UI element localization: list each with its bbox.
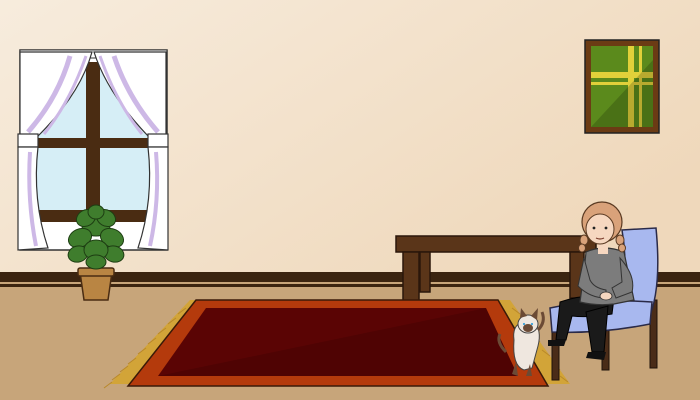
painting-icon [584,39,660,134]
living-room-scene [0,0,700,400]
scene-illustration [0,0,700,400]
